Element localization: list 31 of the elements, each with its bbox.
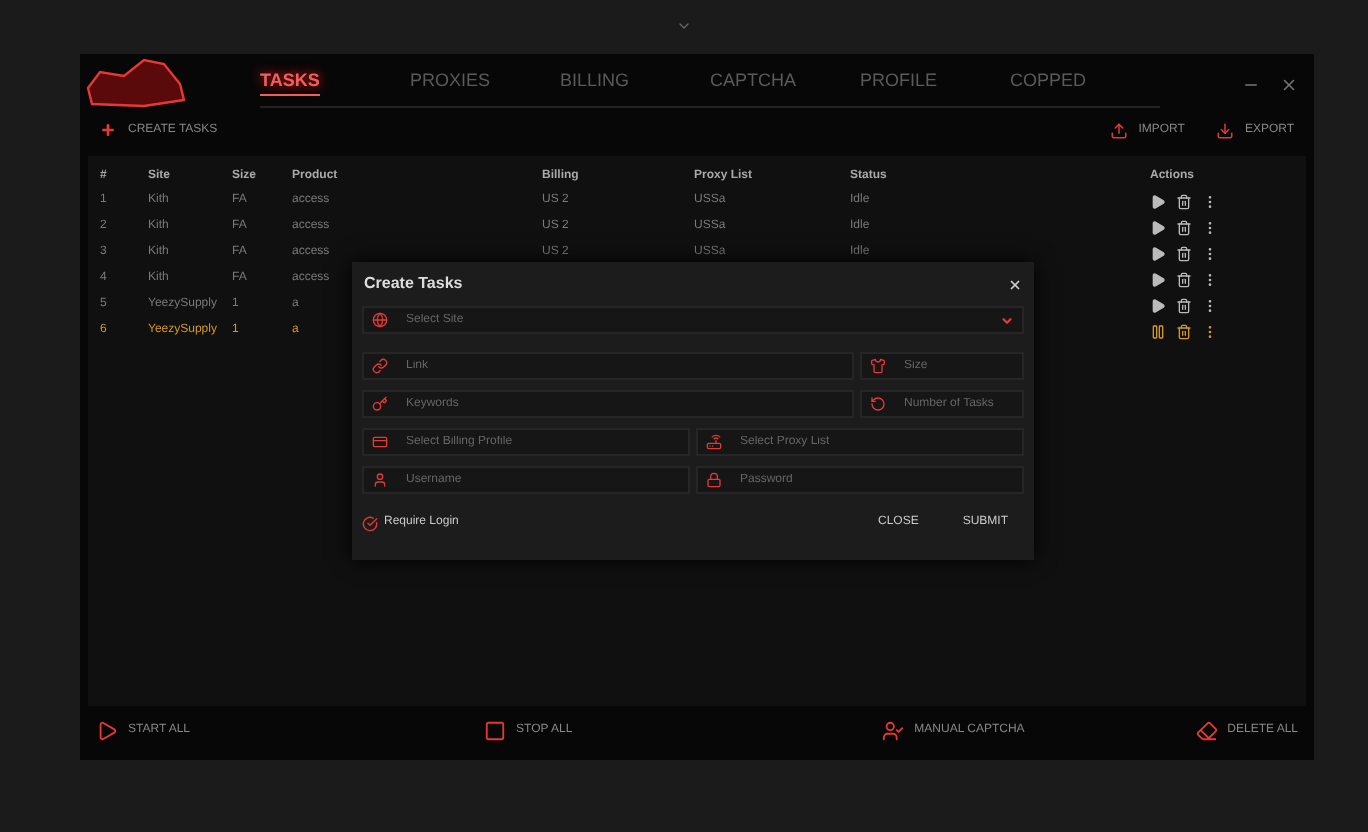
field-icon xyxy=(706,472,722,488)
field-icon xyxy=(706,434,722,450)
trash-icon[interactable] xyxy=(1176,323,1192,339)
dialog-title: Create Tasks xyxy=(364,272,463,296)
trash-icon[interactable] xyxy=(1176,271,1192,287)
field-icon xyxy=(870,358,886,374)
trash-icon[interactable] xyxy=(1176,219,1192,235)
chevron-icon xyxy=(676,18,692,34)
close-icon[interactable] xyxy=(1280,75,1298,93)
field-icon xyxy=(372,358,388,374)
trash-icon[interactable] xyxy=(1176,193,1192,209)
import-icon[interactable] xyxy=(1110,121,1129,139)
caret-icon xyxy=(1000,313,1014,327)
field-icon xyxy=(372,312,388,328)
trash-icon[interactable] xyxy=(1176,297,1192,313)
close-icon[interactable] xyxy=(1008,277,1022,291)
checkbox[interactable] xyxy=(362,515,378,531)
pause-icon[interactable] xyxy=(1150,323,1166,339)
trash-icon[interactable] xyxy=(1176,245,1192,261)
field-icon xyxy=(372,434,388,450)
captcha-icon[interactable] xyxy=(882,719,905,741)
stop-icon[interactable] xyxy=(484,719,507,741)
sneaker-logo xyxy=(84,56,188,112)
field-icon xyxy=(372,472,388,488)
nav-tab[interactable]: TASKS xyxy=(260,67,410,106)
field-icon xyxy=(870,396,886,412)
export-icon[interactable] xyxy=(1216,121,1235,139)
start-icon[interactable] xyxy=(96,719,118,741)
field-icon xyxy=(372,396,388,412)
eraser-icon[interactable] xyxy=(1195,719,1218,741)
plus-icon[interactable] xyxy=(100,122,116,138)
